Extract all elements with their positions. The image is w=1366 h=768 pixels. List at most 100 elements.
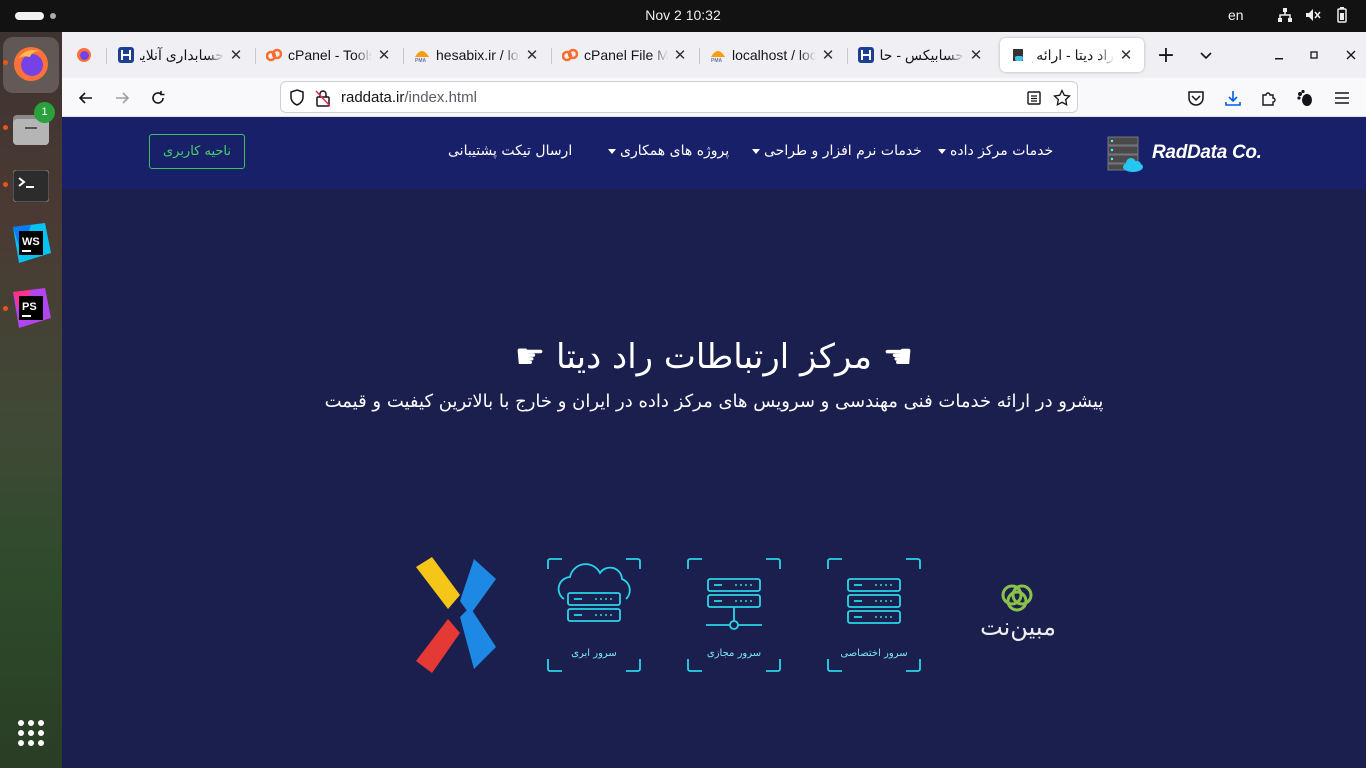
hesabix-icon bbox=[118, 47, 134, 63]
hero-subtitle: پیشرو در ارائه خدمات فنی مهندسی و سرویس … bbox=[324, 391, 1104, 412]
site-brand[interactable]: RadData Co. bbox=[1106, 133, 1266, 173]
partner-x-logo-icon[interactable] bbox=[414, 557, 498, 673]
close-tab-icon[interactable]: ✕ bbox=[228, 46, 244, 64]
download-icon bbox=[1225, 91, 1241, 106]
partner-mobinnet-logo[interactable]: مبین‌نت bbox=[966, 581, 1070, 649]
mobinnet-logo-text: مبین‌نت bbox=[980, 613, 1056, 641]
tab-title: cPanel - Tools bbox=[288, 47, 372, 63]
power-menu-icon[interactable] bbox=[1333, 6, 1351, 24]
tab-separator bbox=[106, 48, 107, 64]
svg-text:PS: PS bbox=[22, 301, 37, 313]
system-clock[interactable]: Nov 2 10:32 bbox=[0, 7, 1366, 23]
service-cloud-server[interactable]: سرور ابری bbox=[546, 557, 642, 673]
raddata-icon bbox=[1013, 49, 1023, 61]
tab-title: حسابداری آنلاین bbox=[140, 46, 224, 63]
svg-text:WS: WS bbox=[22, 236, 40, 248]
arrow-left-icon bbox=[78, 92, 92, 104]
arrow-right-icon bbox=[116, 92, 130, 104]
phpstorm-running-indicator bbox=[3, 306, 8, 311]
close-tab-icon[interactable]: ✕ bbox=[376, 46, 392, 64]
close-tab-icon[interactable]: ✕ bbox=[524, 46, 540, 64]
forward-button[interactable] bbox=[108, 84, 136, 112]
close-tab-icon[interactable]: ✕ bbox=[1118, 46, 1134, 64]
close-tab-icon[interactable]: ✕ bbox=[820, 46, 836, 64]
hesabix-icon bbox=[858, 47, 874, 63]
bookmark-star-icon[interactable] bbox=[1053, 89, 1071, 107]
service-dedicated-label: سرور اختصاصی bbox=[840, 648, 908, 659]
tab-hesabix-phpmyadmin[interactable]: PMA hesabix.ir / loc ✕ bbox=[404, 38, 550, 72]
caret-down-icon bbox=[752, 148, 760, 154]
phpstorm-icon[interactable]: PS bbox=[10, 287, 52, 329]
hero-title: ☚ مرکز ارتباطات راد دیتا ☛ bbox=[514, 337, 914, 377]
tab-title: cPanel File Ma bbox=[584, 47, 668, 63]
firefox-running-indicator bbox=[3, 60, 8, 65]
reload-button[interactable] bbox=[144, 84, 172, 112]
address-bar[interactable]: raddata.ir/index.html bbox=[280, 81, 1078, 113]
firefox-tab-icon bbox=[77, 48, 91, 62]
files-running-indicator bbox=[3, 125, 8, 130]
close-tab-icon[interactable]: ✕ bbox=[968, 46, 984, 64]
terminal-running-indicator bbox=[3, 182, 8, 187]
service-dedicated-server[interactable]: سرور اختصاصی bbox=[826, 557, 922, 673]
pocket-button[interactable] bbox=[1182, 84, 1210, 112]
tab-hesabix-accounting[interactable]: حسابداری آنلاین ✕ bbox=[108, 38, 254, 72]
server-cloud-logo-icon bbox=[1107, 136, 1143, 172]
app-grid-icon[interactable] bbox=[10, 712, 52, 754]
close-window-button[interactable] bbox=[1337, 41, 1365, 69]
webstorm-icon[interactable]: WS bbox=[10, 222, 52, 264]
dock: 1 WS PS bbox=[0, 32, 62, 768]
tab-cpanel-file-manager[interactable]: cPanel File Ma ✕ bbox=[552, 38, 698, 72]
caret-down-icon bbox=[938, 148, 946, 154]
network-icon[interactable] bbox=[1276, 6, 1294, 24]
chevron-down-icon bbox=[1200, 52, 1212, 60]
cpanel-icon bbox=[266, 48, 282, 62]
terminal-icon[interactable] bbox=[10, 165, 52, 207]
tab-cpanel-tools[interactable]: cPanel - Tools ✕ bbox=[256, 38, 402, 72]
service-virtual-server[interactable]: سرور مجازی bbox=[686, 557, 782, 673]
user-area-button[interactable]: ناحیه کاربری bbox=[149, 134, 245, 169]
extension-gnome-button[interactable] bbox=[1291, 84, 1319, 112]
tab-firefox-view[interactable] bbox=[64, 38, 104, 72]
nav-software-services[interactable]: خدمات نرم افزار و طراحی bbox=[752, 143, 922, 159]
downloads-button[interactable] bbox=[1219, 84, 1247, 112]
gnome-foot-icon bbox=[1297, 89, 1312, 106]
reader-view-icon[interactable] bbox=[1026, 90, 1042, 106]
extensions-button[interactable] bbox=[1255, 84, 1283, 112]
back-button[interactable] bbox=[72, 84, 100, 112]
minimize-window-button[interactable] bbox=[1265, 41, 1293, 69]
shield-icon[interactable] bbox=[289, 89, 305, 107]
tab-title: راد دیتا - ارائه خ bbox=[1032, 46, 1114, 63]
tab-raddata-active[interactable]: راد دیتا - ارائه خ ✕ bbox=[1000, 38, 1144, 72]
close-tab-icon[interactable]: ✕ bbox=[672, 46, 688, 64]
hamburger-menu-icon bbox=[1335, 92, 1349, 104]
maximize-window-button[interactable] bbox=[1300, 41, 1328, 69]
browser-tab-strip: حسابداری آنلاین ✕ cPanel - Tools ✕ PMA h… bbox=[62, 32, 1366, 78]
site-navbar: ناحیه کاربری ارسال تیکت پشتیبانی پروژه ه… bbox=[62, 117, 1366, 189]
app-menu-button[interactable] bbox=[1328, 84, 1356, 112]
tab-title: حسابیکس - حا bbox=[880, 46, 964, 63]
tab-hesabix[interactable]: حسابیکس - حا ✕ bbox=[848, 38, 994, 72]
mobinnet-knot-icon bbox=[1001, 584, 1033, 612]
phpmyadmin-icon: PMA bbox=[711, 51, 725, 63]
volume-icon[interactable] bbox=[1304, 6, 1322, 24]
files-notification-badge: 1 bbox=[34, 102, 55, 123]
web-page: ناحیه کاربری ارسال تیکت پشتیبانی پروژه ه… bbox=[62, 117, 1366, 768]
tab-title: localhost / loc bbox=[732, 47, 816, 63]
url-path: /index.html bbox=[404, 89, 477, 106]
close-icon bbox=[1346, 50, 1356, 60]
hero-section: ☚ مرکز ارتباطات راد دیتا ☛ پیشرو در ارائ… bbox=[62, 189, 1366, 768]
input-language[interactable]: en bbox=[1228, 7, 1244, 23]
insecure-lock-icon[interactable] bbox=[315, 89, 331, 107]
url-text[interactable]: raddata.ir/index.html bbox=[341, 89, 477, 106]
new-tab-button[interactable]: + bbox=[1152, 41, 1180, 69]
phpmyadmin-icon: PMA bbox=[415, 51, 429, 63]
list-all-tabs-button[interactable] bbox=[1192, 41, 1220, 69]
firefox-icon[interactable] bbox=[10, 43, 52, 85]
nav-datacenter-services[interactable]: خدمات مرکز داده bbox=[938, 143, 1053, 159]
nav-support-ticket[interactable]: ارسال تیکت پشتیبانی bbox=[448, 143, 572, 159]
pocket-icon bbox=[1188, 91, 1204, 106]
tab-localhost-phpmyadmin[interactable]: PMA localhost / loc ✕ bbox=[700, 38, 846, 72]
nav-partner-projects[interactable]: پروژه های همکاری bbox=[608, 143, 729, 159]
browser-toolbar: raddata.ir/index.html bbox=[62, 78, 1366, 117]
maximize-icon bbox=[1310, 51, 1318, 59]
